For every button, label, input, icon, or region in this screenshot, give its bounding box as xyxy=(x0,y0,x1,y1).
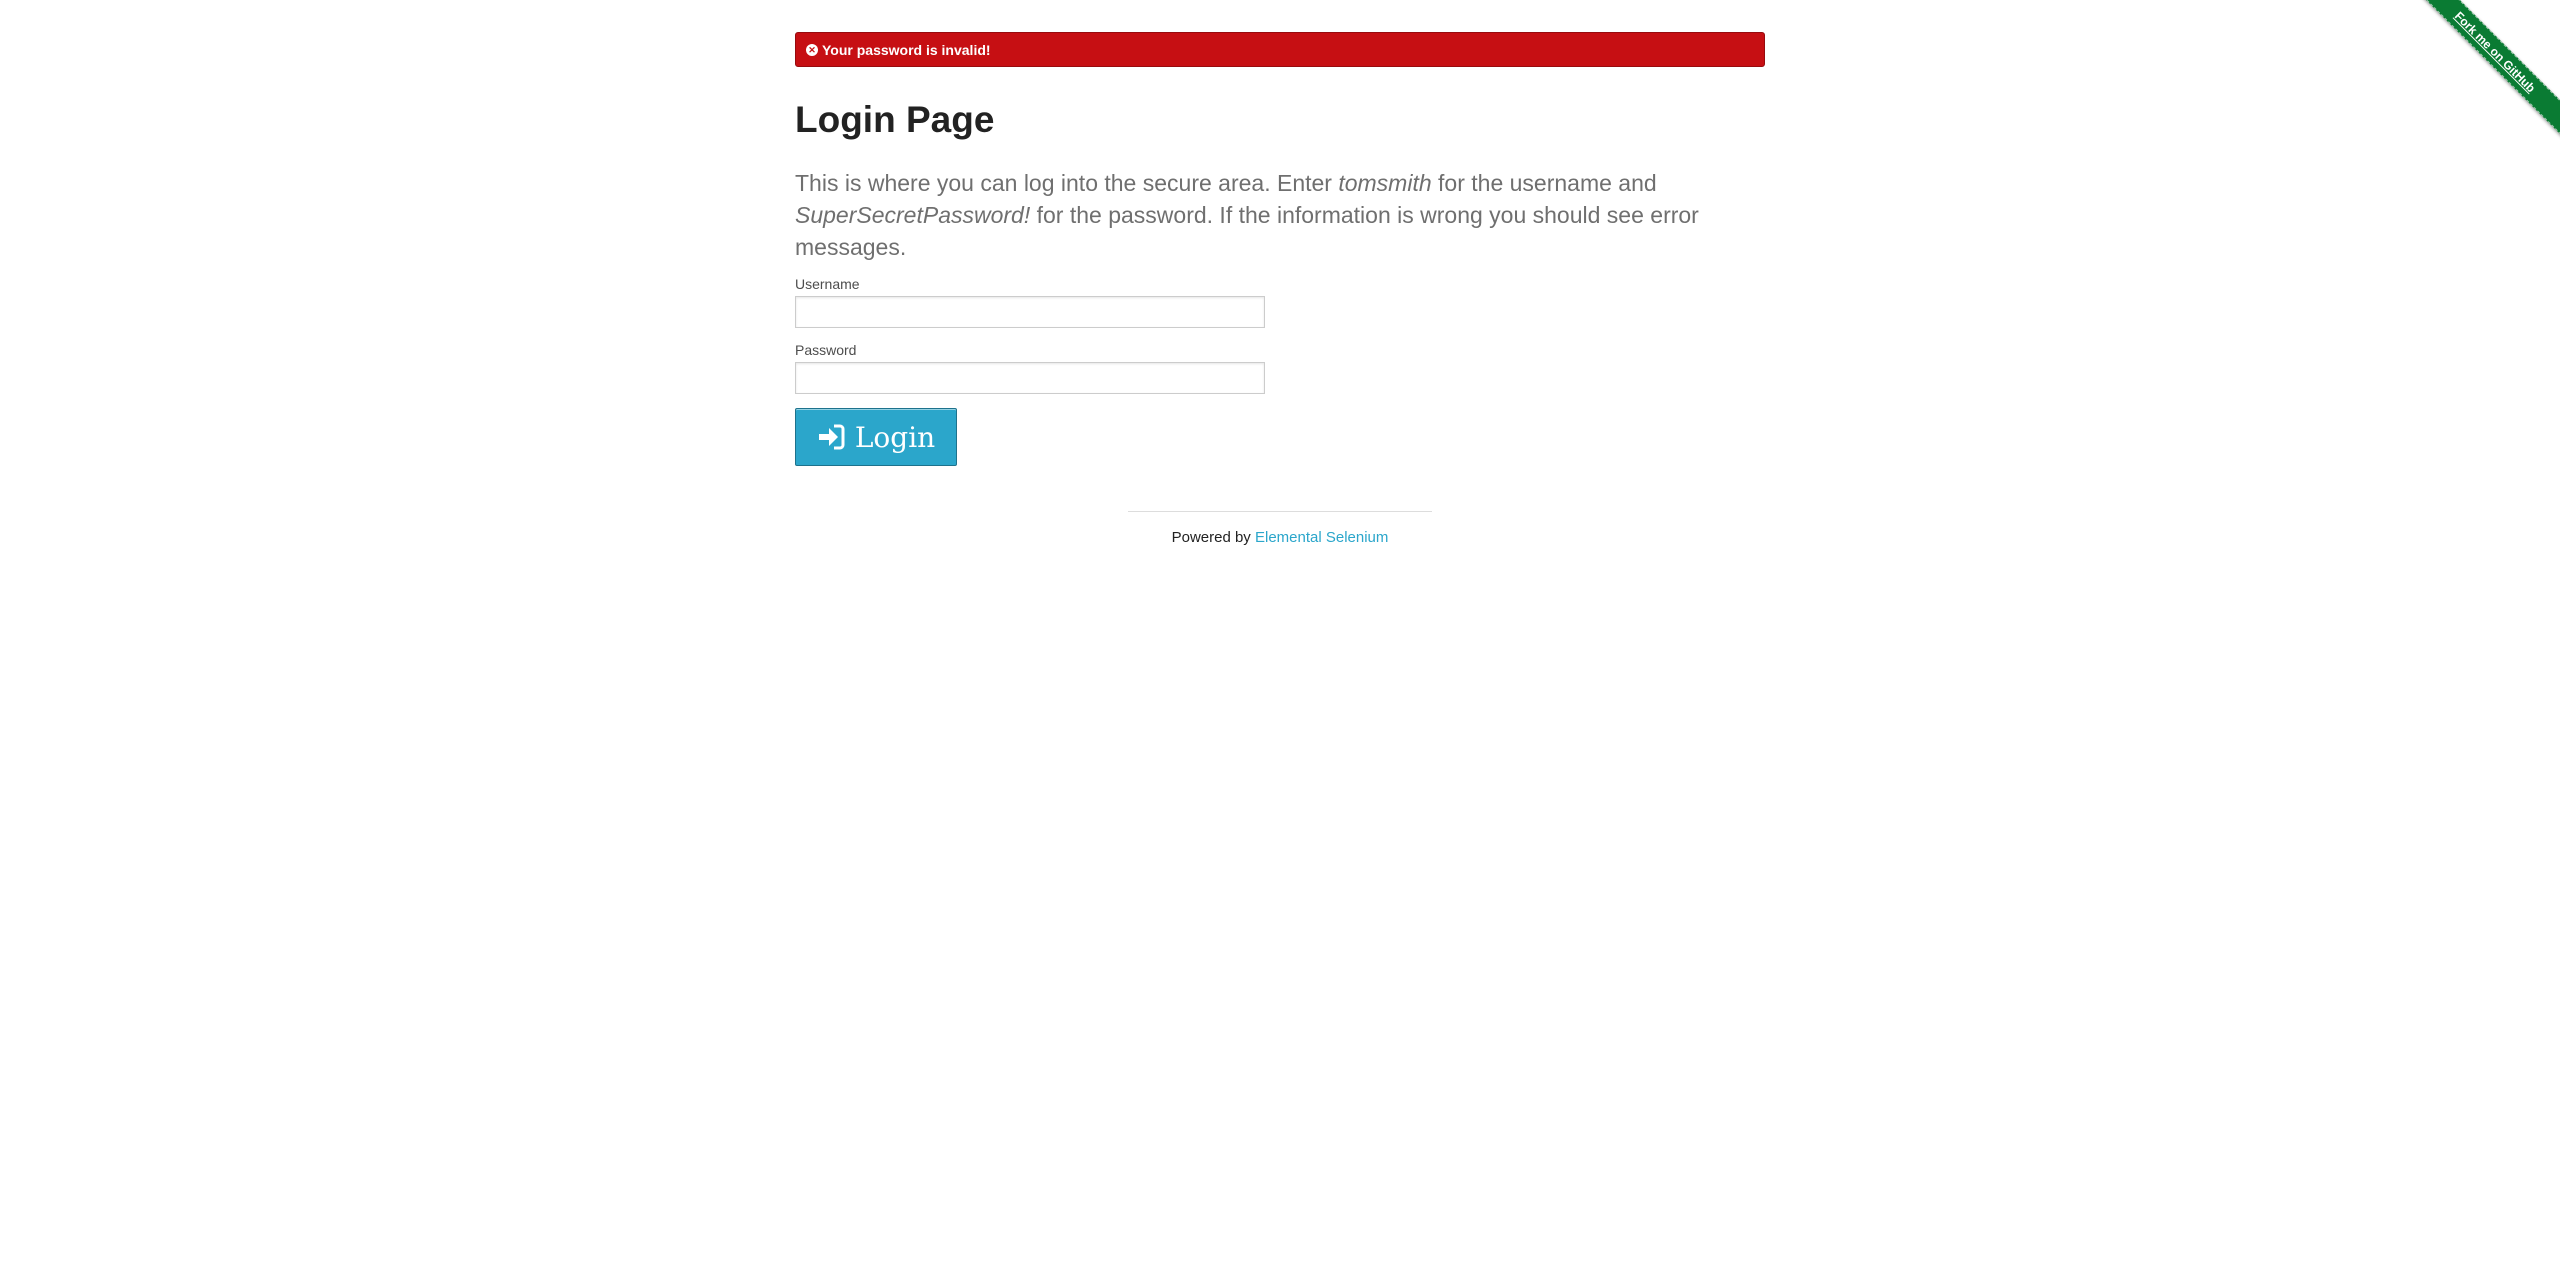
login-form: Username Password Login xyxy=(795,276,1765,466)
error-flash-message: ✕ Your password is invalid! xyxy=(795,32,1765,67)
footer-powered-by: Powered by xyxy=(1171,529,1255,546)
password-hint: SuperSecretPassword! xyxy=(795,202,1031,228)
flash-message-text: Your password is invalid! xyxy=(822,41,991,58)
password-label: Password xyxy=(795,342,857,358)
main-content: ✕ Your password is invalid! Login Page T… xyxy=(795,32,1765,466)
page-footer: Powered by Elemental Selenium xyxy=(1128,511,1432,546)
fork-me-github-ribbon[interactable]: Fork me on GitHub xyxy=(2411,0,2560,149)
username-label: Username xyxy=(795,276,860,292)
intro-text-start: This is where you can log into the secur… xyxy=(795,170,1339,196)
page-title: Login Page xyxy=(795,99,995,140)
intro-text: This is where you can log into the secur… xyxy=(795,167,1745,263)
username-hint: tomsmith xyxy=(1338,170,1432,196)
username-field[interactable] xyxy=(795,296,1265,328)
intro-text-middle: for the username and xyxy=(1431,170,1657,196)
github-ribbon-container: Fork me on GitHub xyxy=(2411,0,2560,149)
password-field[interactable] xyxy=(795,362,1265,394)
close-circle-icon[interactable]: ✕ xyxy=(806,43,818,56)
sign-in-icon xyxy=(818,424,845,450)
login-button[interactable]: Login xyxy=(795,408,957,466)
page: ✕ Your password is invalid! Login Page T… xyxy=(0,0,2560,1284)
login-button-label: Login xyxy=(854,420,936,454)
elemental-selenium-link[interactable]: Elemental Selenium xyxy=(1255,529,1388,546)
